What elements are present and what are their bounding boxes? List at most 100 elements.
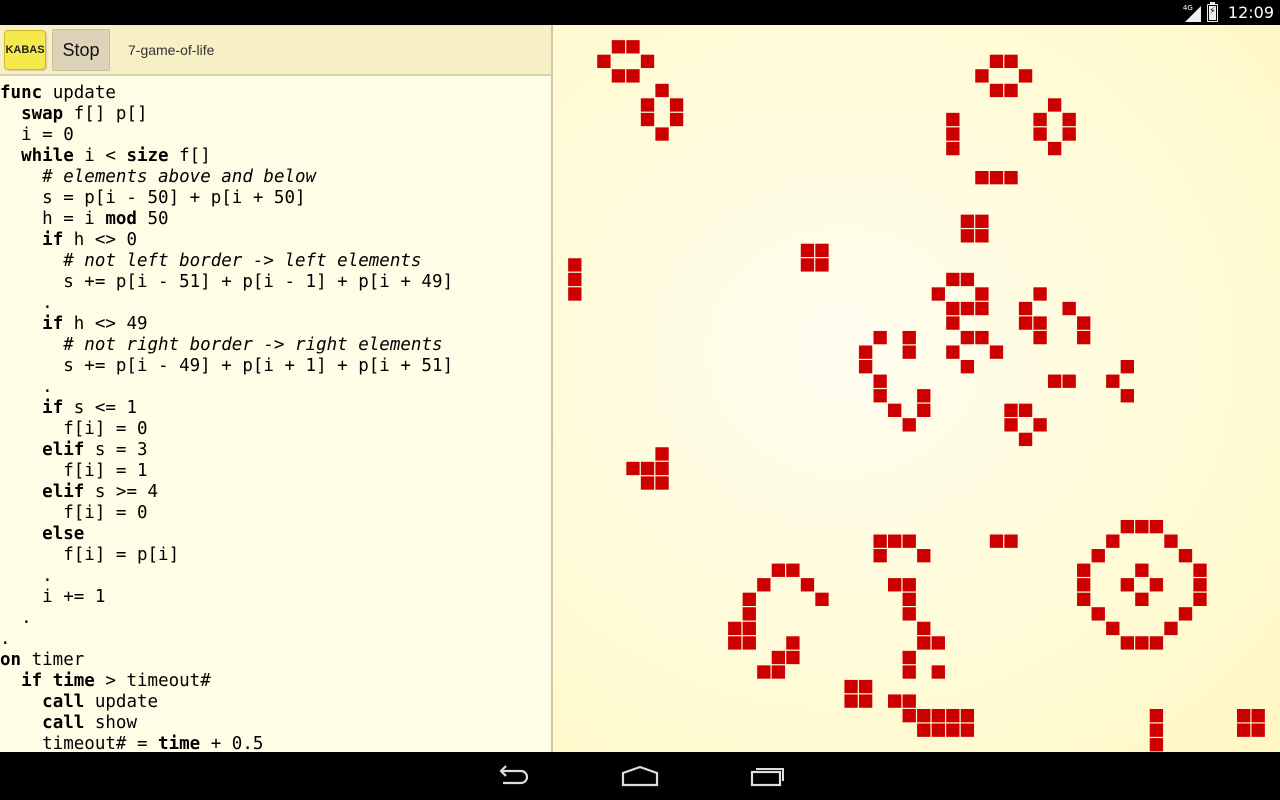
code-line[interactable]: swap f[] p[] [0,104,148,124]
navigation-bar [0,752,1280,800]
live-cell [771,563,786,577]
live-cell [989,345,1004,359]
live-cell [844,679,858,694]
live-cell [960,272,975,287]
code-line[interactable]: . [0,566,53,586]
code-line[interactable]: on timer [0,650,84,670]
code-line[interactable]: call update [0,692,158,712]
code-editor[interactable]: func update swap f[] p[] i = 0 while i <… [0,83,551,752]
code-token: update [42,83,116,103]
live-cell [917,621,931,636]
code-line[interactable]: h = i mod 50 [0,209,169,229]
game-canvas[interactable] [553,25,1280,752]
code-line[interactable]: . [0,293,53,313]
code-line[interactable]: elif s >= 4 [0,482,158,502]
code-line[interactable]: func update [0,83,116,103]
live-cell [1120,360,1134,374]
code-line[interactable]: s += p[i - 49] + p[i + 1] + p[i + 51] [0,356,453,376]
live-cell [975,214,989,228]
code-line[interactable]: . [0,629,11,649]
live-cell [1018,432,1033,447]
live-cell [757,665,771,679]
live-cell [1004,418,1018,432]
live-cell [902,534,916,548]
code-line[interactable]: f[i] = 1 [0,461,147,481]
code-line[interactable]: if h <> 49 [0,314,147,334]
live-cell [989,534,1004,548]
code-comment: # elements above and below [42,167,317,187]
live-cell [742,636,756,650]
live-cell [1135,592,1149,606]
code-line[interactable]: f[i] = 0 [0,503,147,523]
code-line[interactable]: elif s = 3 [0,440,147,460]
back-button[interactable] [488,760,536,792]
live-cell [902,607,916,621]
code-line[interactable]: f[i] = p[i] [0,545,179,565]
code-line[interactable]: else [0,524,84,544]
live-cell [858,345,873,359]
home-button[interactable] [616,760,664,792]
live-cell [742,592,756,606]
live-cell [1062,301,1076,316]
recents-button[interactable] [744,760,792,792]
live-cell [1251,723,1265,737]
code-text[interactable]: func update swap f[] p[] i = 0 while i <… [0,83,551,752]
code-keyword: if [21,671,43,691]
code-line[interactable]: timeout# = time + 0.5 [0,734,263,752]
live-cell [611,69,626,83]
code-token: 50 [136,209,169,229]
live-cell [917,723,931,737]
code-line[interactable]: # not left border -> left elements [0,251,421,271]
live-cell [1062,127,1076,141]
code-keyword: func [0,83,43,103]
live-cell [1091,607,1105,621]
code-line[interactable]: if h <> 0 [0,230,137,250]
live-cell [568,258,582,272]
live-cell [888,694,902,708]
code-line[interactable]: i += 1 [0,587,105,607]
code-line[interactable]: if s <= 1 [0,398,137,418]
code-line[interactable]: f[i] = 0 [0,419,148,439]
live-cell [917,708,931,723]
live-cell [858,679,873,694]
live-cell [946,272,960,287]
app-logo[interactable]: KABAS [4,30,46,70]
live-cell [640,476,655,490]
live-cell [858,360,873,374]
code-line[interactable]: s = p[i - 50] + p[i + 50] [0,188,305,208]
live-cell [1033,287,1047,301]
code-token: h <> 0 [63,230,137,250]
live-cell [742,621,756,636]
code-token: f[] p[] [63,104,148,124]
live-cell [757,578,771,592]
code-line[interactable]: if time > timeout# [0,671,211,691]
live-cell [1033,316,1047,330]
code-keyword: size [126,146,169,166]
code-line[interactable]: # not right border -> right elements [0,335,442,355]
live-cell [931,708,945,723]
code-line[interactable]: # elements above and below [0,167,316,187]
code-token: f[i] = 0 [0,419,148,439]
code-line[interactable]: s += p[i - 51] + p[i - 1] + p[i + 49] [0,272,453,292]
live-cell [917,389,931,403]
live-cell [1120,636,1134,650]
live-cell [728,621,742,636]
live-cell [931,665,945,679]
live-cell [815,592,829,606]
live-cell [1077,563,1091,577]
code-line[interactable]: . [0,377,53,397]
live-cell [655,127,669,141]
code-token: timer [21,650,85,670]
status-icons: 4G ⚡ 12:09 [1183,0,1274,25]
code-line[interactable]: while i < size f[] [0,146,211,166]
stop-button[interactable]: Stop [52,29,110,71]
code-line[interactable]: i = 0 [0,125,74,145]
live-cell [1135,563,1149,577]
code-line[interactable]: . [0,608,32,628]
live-cell [1149,578,1164,592]
code-line[interactable]: call show [0,713,137,733]
